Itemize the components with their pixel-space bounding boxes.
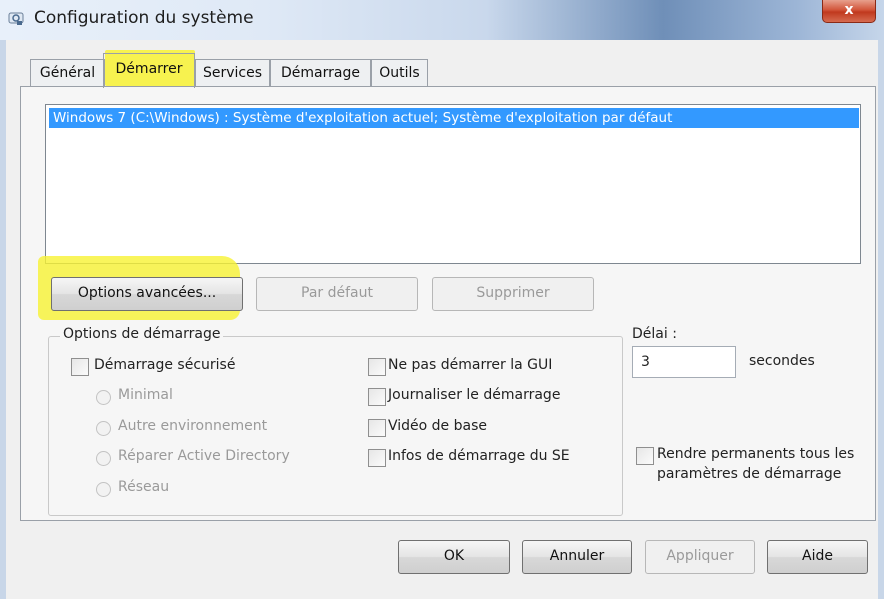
os-boot-info-checkbox[interactable] xyxy=(368,449,386,467)
safe-boot-checkbox[interactable] xyxy=(71,358,89,376)
radio-alternate-shell-label: Autre environnement xyxy=(118,418,268,434)
persist-settings-checkbox[interactable] xyxy=(636,447,654,465)
tab-boot-label: Démarrer xyxy=(115,61,183,77)
radio-ad-repair-label: Réparer Active Directory xyxy=(118,448,290,464)
advanced-options-button[interactable]: Options avancées... xyxy=(51,277,243,311)
radio-minimal[interactable] xyxy=(96,390,111,405)
os-list[interactable]: Windows 7 (C:\Windows) : Système d'explo… xyxy=(45,104,861,264)
radio-minimal-label: Minimal xyxy=(118,387,173,403)
delete-button[interactable]: Supprimer xyxy=(432,277,594,311)
window-border-left xyxy=(0,40,6,599)
cancel-button[interactable]: Annuler xyxy=(522,540,632,574)
boot-log-label: Journaliser le démarrage xyxy=(388,387,561,403)
safe-boot-label: Démarrage sécurisé xyxy=(94,357,236,373)
boot-log-checkbox[interactable] xyxy=(368,388,386,406)
base-video-label: Vidéo de base xyxy=(388,418,487,434)
tab-general-label: Général xyxy=(39,65,96,81)
os-list-item[interactable]: Windows 7 (C:\Windows) : Système d'explo… xyxy=(49,108,859,128)
apply-button[interactable]: Appliquer xyxy=(645,540,755,574)
tab-tools[interactable]: Outils xyxy=(371,59,428,87)
tab-startup-label: Démarrage xyxy=(281,65,360,81)
ok-button[interactable]: OK xyxy=(398,540,510,574)
help-button[interactable]: Aide xyxy=(767,540,868,574)
radio-network[interactable] xyxy=(96,482,111,497)
tab-services-label: Services xyxy=(202,65,263,81)
title-bar: Configuration du système x xyxy=(0,0,884,41)
timeout-label: Délai : xyxy=(632,326,677,342)
radio-ad-repair[interactable] xyxy=(96,451,111,466)
no-gui-boot-label: Ne pas démarrer la GUI xyxy=(388,357,553,373)
tab-startup[interactable]: Démarrage xyxy=(270,59,371,87)
set-default-button[interactable]: Par défaut xyxy=(256,277,418,311)
os-boot-info-label: Infos de démarrage du SE xyxy=(388,448,570,464)
tab-boot[interactable]: Démarrer xyxy=(103,53,195,88)
tab-general[interactable]: Général xyxy=(30,59,105,87)
tab-tools-label: Outils xyxy=(379,65,420,81)
close-icon: x xyxy=(844,2,854,18)
timeout-input[interactable]: 3 xyxy=(632,346,736,378)
window-title: Configuration du système xyxy=(34,8,254,28)
persist-settings-label: Rendre permanents tous les paramètres de… xyxy=(657,446,855,482)
close-button[interactable]: x xyxy=(822,0,876,23)
window-border-right xyxy=(878,40,884,599)
no-gui-boot-checkbox[interactable] xyxy=(368,358,386,376)
base-video-checkbox[interactable] xyxy=(368,419,386,437)
tab-services[interactable]: Services xyxy=(195,59,270,87)
boot-options-title: Options de démarrage xyxy=(60,326,224,342)
timeout-unit: secondes xyxy=(749,353,815,369)
radio-network-label: Réseau xyxy=(118,479,170,495)
radio-alternate-shell[interactable] xyxy=(96,421,111,436)
msconfig-icon xyxy=(8,12,24,25)
